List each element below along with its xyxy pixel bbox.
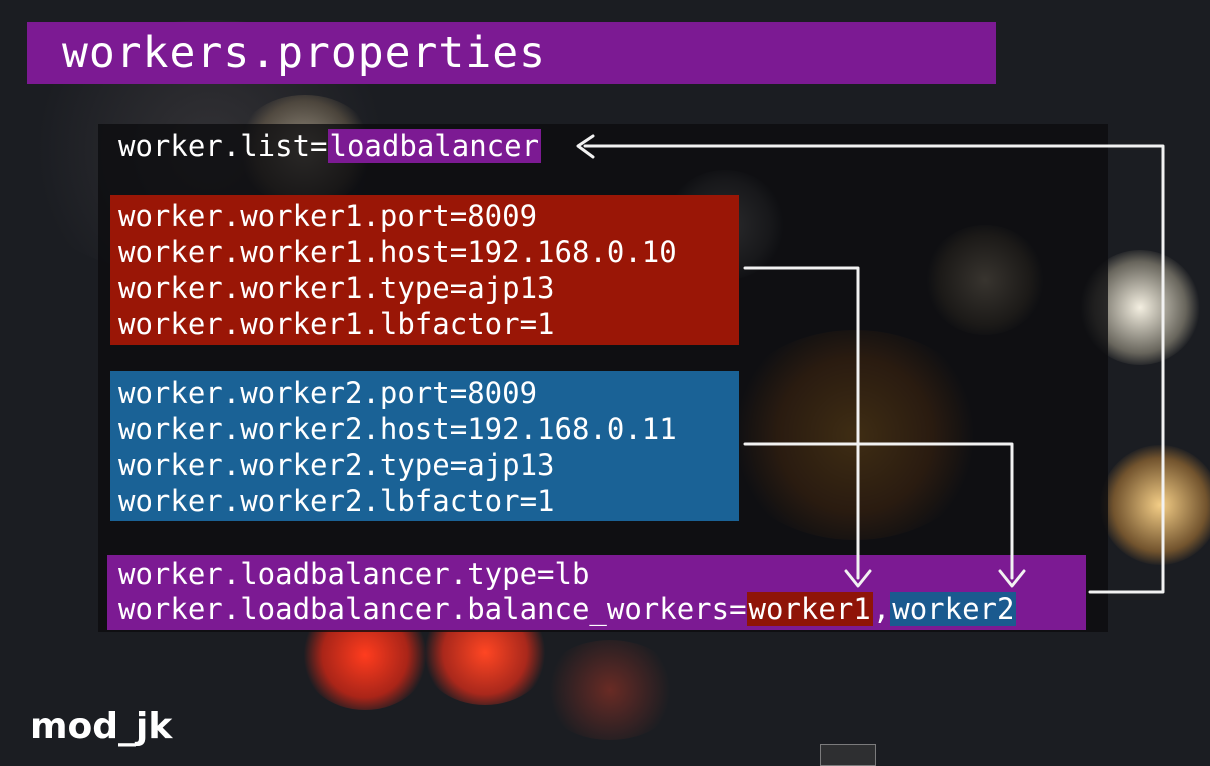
connector-arrows (576, 134, 1165, 594)
worker1-connector-arrow (743, 266, 860, 580)
worker2-connector-arrow (743, 442, 1014, 580)
loadbalancer-connector-arrow (583, 144, 1165, 594)
video-control-icon[interactable] (820, 744, 876, 766)
brand-logo: mod_jk (30, 706, 173, 747)
